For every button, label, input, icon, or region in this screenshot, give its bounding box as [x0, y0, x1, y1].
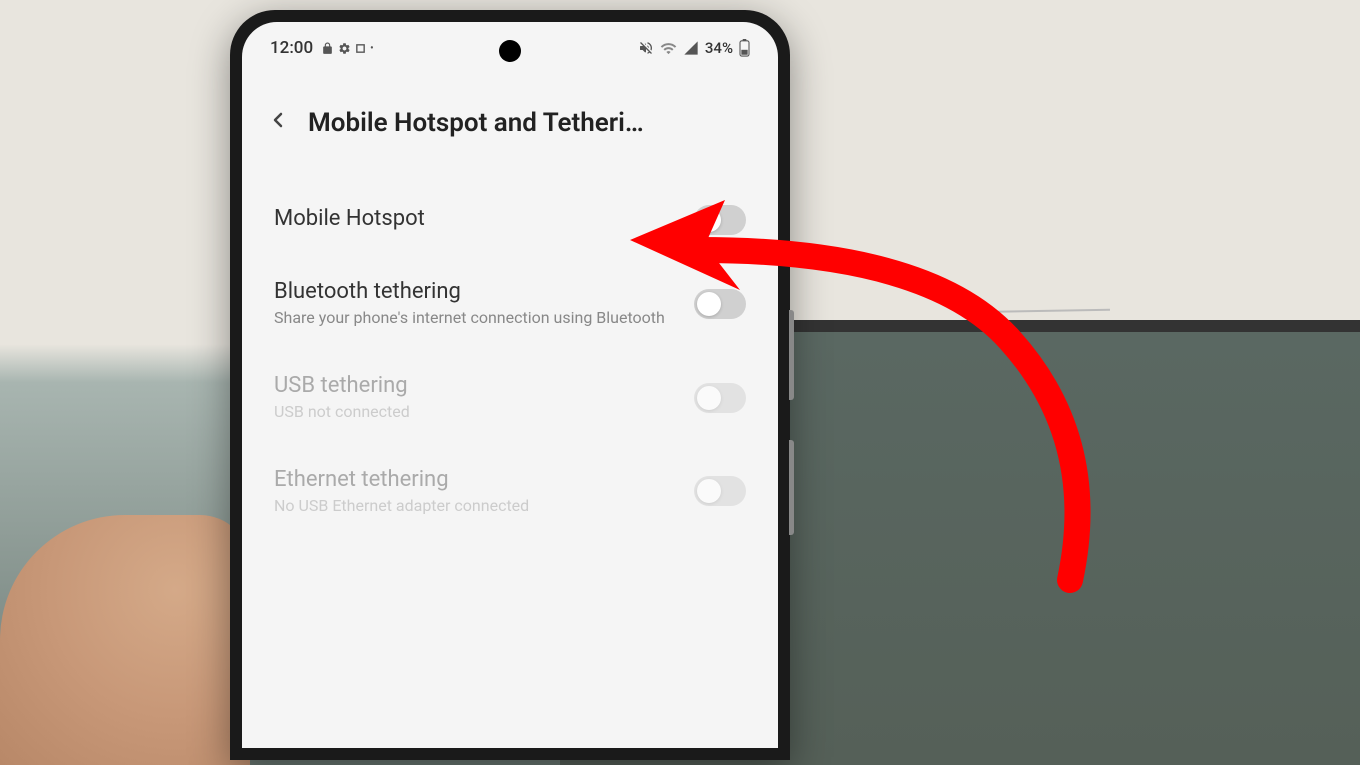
page-header: Mobile Hotspot and Tetheri… [242, 66, 778, 163]
status-bar-right: 34% [638, 39, 750, 57]
setting-usb-tethering: USB tethering USB not connected [242, 351, 778, 445]
dot-icon: • [370, 42, 374, 55]
ethernet-tethering-toggle [694, 476, 746, 506]
settings-list: Mobile Hotspot Bluetooth tethering Share… [242, 163, 778, 558]
status-time: 12:00 [270, 38, 313, 58]
phone-frame: 12:00 • [230, 10, 790, 760]
setting-ethernet-title: Ethernet tethering [274, 467, 674, 492]
square-icon [355, 42, 366, 55]
wifi-icon [660, 40, 677, 57]
battery-percent: 34% [705, 39, 733, 57]
usb-tethering-toggle [694, 383, 746, 413]
status-bar-left: 12:00 • [270, 38, 374, 58]
lock-icon [321, 42, 334, 55]
setting-ethernet-text: Ethernet tethering No USB Ethernet adapt… [274, 467, 694, 517]
setting-mobile-hotspot-title: Mobile Hotspot [274, 206, 674, 231]
phone-power-button [789, 440, 794, 535]
mute-icon [638, 40, 654, 56]
setting-bluetooth-subtitle: Share your phone's internet connection u… [274, 308, 674, 329]
setting-bluetooth-text: Bluetooth tethering Share your phone's i… [274, 279, 694, 329]
setting-mobile-hotspot-text: Mobile Hotspot [274, 206, 694, 235]
setting-usb-subtitle: USB not connected [274, 402, 674, 423]
wall-crack [960, 309, 1110, 314]
phone-volume-button [789, 310, 794, 400]
gear-icon [338, 42, 351, 55]
hand-holding-phone [0, 515, 250, 765]
setting-ethernet-subtitle: No USB Ethernet adapter connected [274, 496, 674, 517]
back-button[interactable] [266, 106, 290, 139]
setting-bluetooth-title: Bluetooth tethering [274, 279, 674, 304]
setting-bluetooth-tethering[interactable]: Bluetooth tethering Share your phone's i… [242, 257, 778, 351]
battery-icon [739, 39, 750, 57]
camera-punch-hole [499, 40, 521, 62]
mobile-hotspot-toggle[interactable] [694, 205, 746, 235]
setting-ethernet-tethering: Ethernet tethering No USB Ethernet adapt… [242, 445, 778, 539]
setting-usb-text: USB tethering USB not connected [274, 373, 694, 423]
bluetooth-tethering-toggle[interactable] [694, 289, 746, 319]
setting-mobile-hotspot[interactable]: Mobile Hotspot [242, 183, 778, 257]
signal-icon [683, 40, 699, 56]
setting-usb-title: USB tethering [274, 373, 674, 398]
status-icons-left: • [321, 42, 374, 55]
page-title: Mobile Hotspot and Tetheri… [308, 108, 754, 138]
phone-screen: 12:00 • [242, 22, 778, 748]
